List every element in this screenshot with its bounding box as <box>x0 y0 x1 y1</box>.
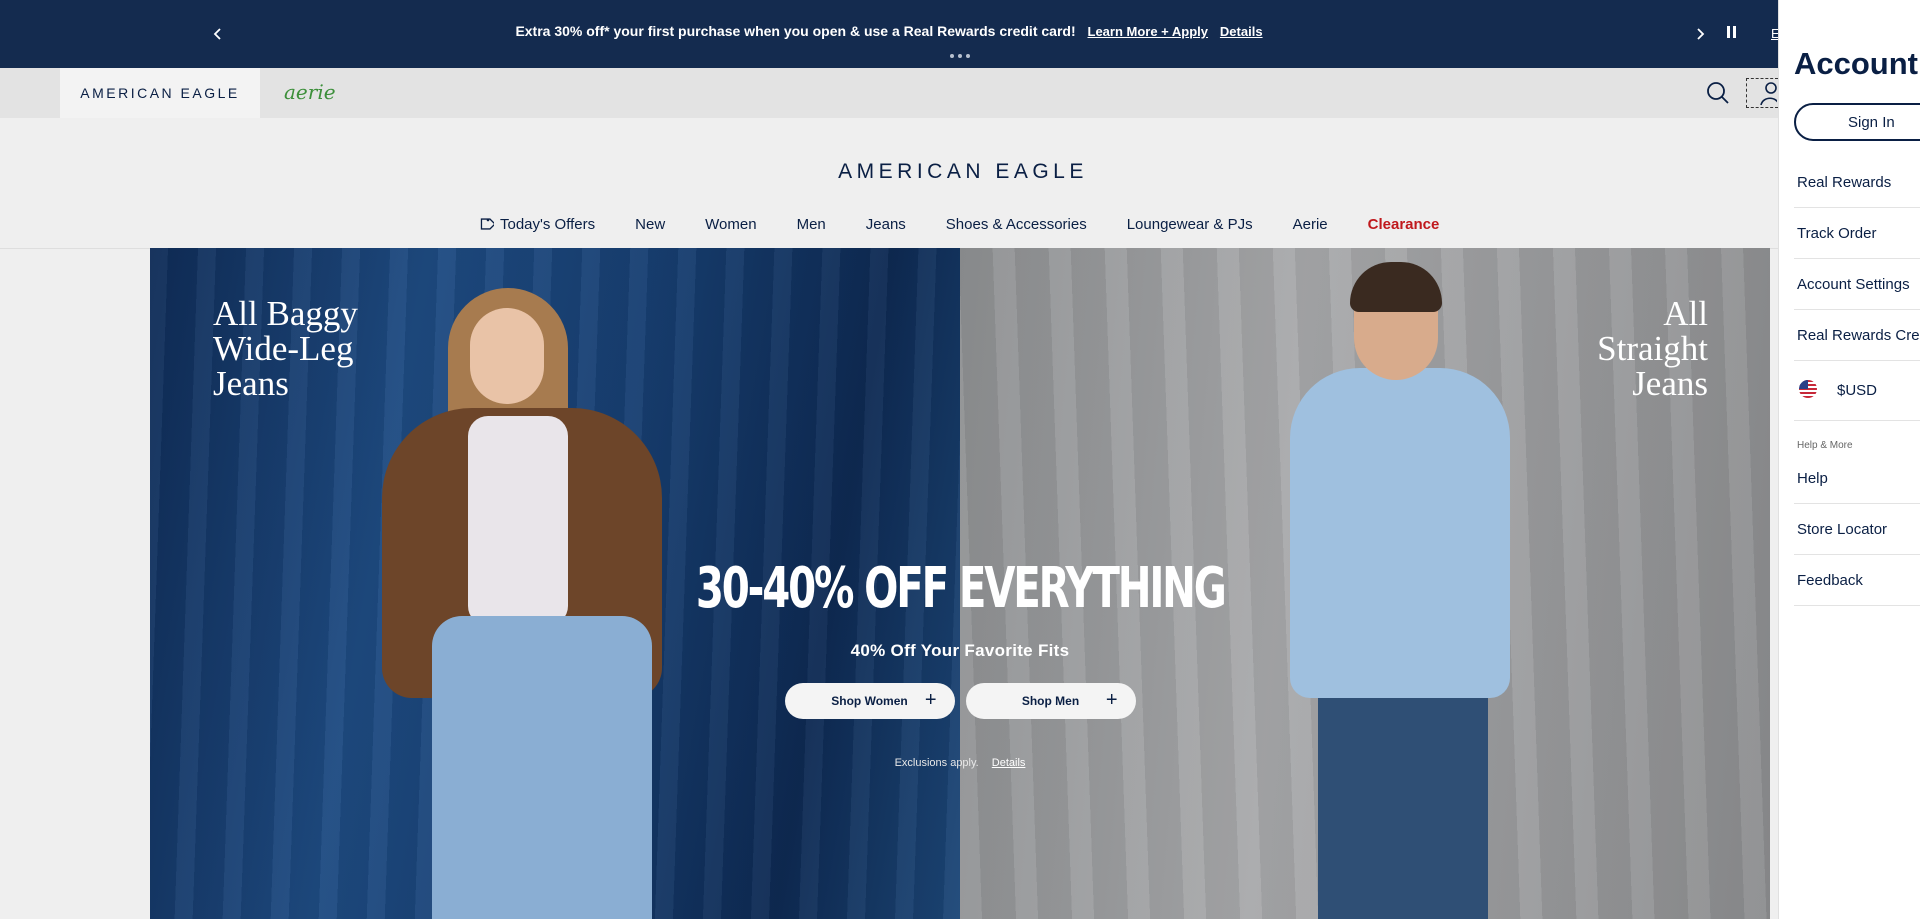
exclusions-text: Exclusions apply. <box>894 757 979 769</box>
nav-men[interactable]: Men <box>797 216 826 233</box>
help-link[interactable]: Help <box>1797 470 1828 487</box>
hero-right-title-line: All <box>1663 294 1708 333</box>
hero-subheadline: 40% Off Your Favorite Fits <box>850 641 1070 660</box>
hero-details-link[interactable]: Details <box>992 757 1026 769</box>
hero-fine-print: Exclusions apply. Details <box>150 757 1770 769</box>
divider <box>1794 554 1920 555</box>
search-icon[interactable] <box>1706 81 1730 105</box>
hero-banner[interactable]: All Baggy Wide-Leg Jeans All Straight Je… <box>150 248 1770 919</box>
divider <box>1794 605 1920 606</box>
account-settings-link[interactable]: Account Settings <box>1797 276 1910 293</box>
tag-icon <box>480 218 494 230</box>
hero-right-title: All Straight Jeans <box>1597 296 1708 401</box>
track-order-link[interactable]: Track Order <box>1797 225 1876 242</box>
nav-loungewear[interactable]: Loungewear & PJs <box>1127 216 1253 233</box>
nav-clearance[interactable]: Clearance <box>1368 216 1440 233</box>
american-eagle-tab[interactable]: AMERICAN EAGLE <box>60 68 260 118</box>
shop-women-label: Shop Women <box>831 694 908 708</box>
feedback-link[interactable]: Feedback <box>1797 572 1863 589</box>
nav-jeans[interactable]: Jeans <box>866 216 906 233</box>
plus-icon: + <box>924 689 937 711</box>
shop-men-button[interactable]: Shop Men + <box>965 683 1136 719</box>
nav-shoes-accessories[interactable]: Shoes & Accessories <box>946 216 1087 233</box>
hero-offer: 30-40% OFF EVERYTHING 40% Off Your Favor… <box>150 556 1770 769</box>
main-nav: Today's Offers New Women Men Jeans Shoes… <box>476 212 1439 236</box>
nav-new[interactable]: New <box>635 216 665 233</box>
promo-pagination <box>950 54 970 58</box>
real-rewards-credit-link[interactable]: Real Rewards Cred <box>1797 327 1920 344</box>
nav-women[interactable]: Women <box>705 216 756 233</box>
hero-left-title-line: Jeans <box>213 364 289 403</box>
model-woman-face <box>470 308 544 404</box>
chevron-right-icon <box>1697 28 1705 40</box>
nav-label: Today's Offers <box>500 215 596 233</box>
divider <box>1794 309 1920 310</box>
hero-headline: 30-40% OFF EVERYTHING <box>695 556 1227 621</box>
help-more-heading: Help & More <box>1797 440 1853 451</box>
hero-left-title: All Baggy Wide-Leg Jeans <box>213 296 358 401</box>
aerie-tab[interactable]: aerie <box>284 80 336 104</box>
nav-aerie[interactable]: Aerie <box>1293 216 1328 233</box>
account-panel-title: Account <box>1794 46 1918 81</box>
site-logo[interactable]: AMERICAN EAGLE <box>0 160 1920 184</box>
hero-left-title-line: All Baggy <box>213 294 358 333</box>
hero-buttons: Shop Women + Shop Men + <box>150 683 1770 719</box>
store-locator-link[interactable]: Store Locator <box>1797 521 1887 538</box>
user-icon <box>1760 82 1780 106</box>
divider <box>1794 360 1920 361</box>
brand-bar: AMERICAN EAGLE aerie <box>0 68 1780 118</box>
account-button[interactable] <box>1746 78 1780 108</box>
promo-details-link[interactable]: Details <box>1220 24 1263 39</box>
divider <box>1794 207 1920 208</box>
nav-todays-offers[interactable]: Today's Offers <box>476 215 595 233</box>
pause-icon[interactable] <box>1724 26 1738 40</box>
account-panel: Account Sign In Real Rewards Track Order… <box>1778 0 1920 919</box>
plus-icon: + <box>1105 689 1118 711</box>
divider <box>1794 420 1920 421</box>
real-rewards-link[interactable]: Real Rewards <box>1797 174 1891 191</box>
shop-women-button[interactable]: Shop Women + <box>784 683 955 719</box>
promo-message: Extra 30% off* your first purchase when … <box>0 23 1778 39</box>
promo-text: Extra 30% off* your first purchase when … <box>515 23 1076 39</box>
sign-in-button[interactable]: Sign In <box>1794 103 1920 141</box>
divider <box>1794 258 1920 259</box>
hero-right-title-line: Jeans <box>1632 364 1708 403</box>
hero-right-title-line: Straight <box>1597 329 1708 368</box>
learn-more-link[interactable]: Learn More + Apply <box>1088 24 1209 39</box>
shop-men-label: Shop Men <box>1021 694 1080 708</box>
currency-selector[interactable]: $USD <box>1837 382 1877 399</box>
divider <box>1794 503 1920 504</box>
promo-banner: Extra 30% off* your first purchase when … <box>0 0 1780 68</box>
hero-left-title-line: Wide-Leg <box>213 329 354 368</box>
next-promo-button[interactable] <box>1688 22 1712 46</box>
us-flag-icon <box>1799 380 1817 398</box>
